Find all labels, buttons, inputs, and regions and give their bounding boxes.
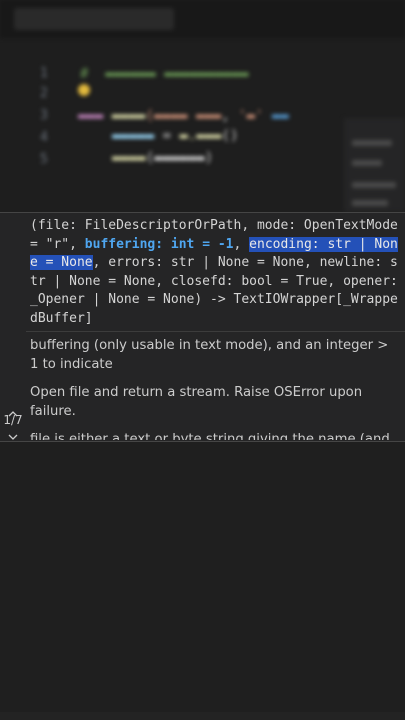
- documentation[interactable]: buffering (only usable in text mode), an…: [30, 337, 395, 440]
- overload-navigator: 1/7: [0, 403, 26, 443]
- line-gutter: 1 2 3 4 5: [40, 66, 48, 167]
- active-parameter: buffering: int = -1: [84, 236, 234, 252]
- empty-area: [0, 442, 405, 720]
- divider: [26, 331, 405, 332]
- doc-paragraph: Open file and return a stream. Raise OSE…: [30, 385, 363, 419]
- signature-mid: ,: [233, 236, 250, 252]
- overload-count: 1/7: [3, 413, 23, 427]
- editor-background: 1 2 3 4 5 # ▬▬▬▬▬▬ ▬▬▬▬▬▬▬▬▬▬ ▬▬▬ ▬▬▬▬(▬…: [0, 0, 405, 212]
- chevron-up-icon[interactable]: [0, 403, 26, 417]
- doc-paragraph: file is either a text or byte string giv…: [30, 432, 390, 440]
- doc-paragraph: buffering (only usable in text mode), an…: [30, 338, 389, 372]
- editor-tab: [14, 8, 174, 30]
- lightbulb-icon: [78, 84, 90, 96]
- parameter-hints-widget: (file: FileDescriptorOrPath, mode: OpenT…: [0, 212, 405, 442]
- chevron-down-icon[interactable]: [0, 427, 26, 440]
- bottom-strip: [0, 712, 405, 720]
- blurred-editor: 1 2 3 4 5 # ▬▬▬▬▬▬ ▬▬▬▬▬▬▬▬▬▬ ▬▬▬ ▬▬▬▬(▬…: [0, 0, 405, 212]
- function-signature: (file: FileDescriptorOrPath, mode: OpenT…: [30, 217, 402, 328]
